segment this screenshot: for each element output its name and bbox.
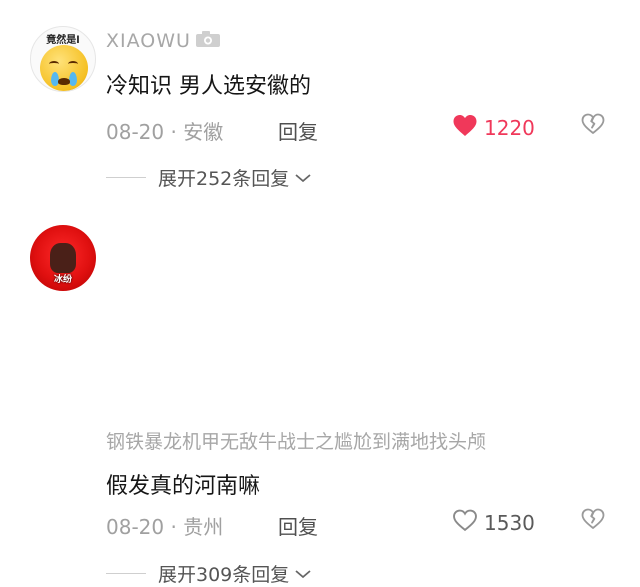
- crying-emoji-icon: [40, 45, 88, 91]
- expand-replies-button[interactable]: 展开309条回复: [106, 560, 312, 587]
- username[interactable]: XIAOWU: [106, 30, 221, 53]
- expand-replies-button[interactable]: 展开252条回复: [106, 164, 312, 191]
- heart-filled-icon: [452, 114, 478, 142]
- divider-line: [106, 177, 146, 178]
- expand-replies-label: 展开252条回复: [158, 168, 290, 190]
- heart-outline-icon: [452, 509, 478, 537]
- reply-button[interactable]: 回复: [278, 511, 318, 540]
- broken-heart-icon: [581, 113, 605, 139]
- expand-replies-label: 展开309条回复: [158, 564, 290, 586]
- comment-location: 贵州: [183, 515, 224, 539]
- reply-button[interactable]: 回复: [278, 116, 318, 145]
- avatar-caption: 竟然是l: [46, 35, 80, 46]
- like-count: 1530: [484, 511, 535, 535]
- red-hair-avatar-image: [50, 243, 76, 273]
- divider-line: [106, 573, 146, 574]
- like-count: 1220: [484, 116, 535, 140]
- avatar-caption: 冰纷: [53, 275, 72, 285]
- chevron-down-icon: [294, 563, 312, 585]
- username-text: XIAOWU: [106, 30, 191, 52]
- like-button[interactable]: 1220: [452, 114, 535, 142]
- comment-item: 竟然是l XIAOWU 冷知识 男人选安徽的 08-20 · 安徽 回复 122…: [0, 0, 640, 200]
- comment-date: 08-20: [106, 120, 165, 144]
- comment-text: 假发真的河南嘛: [106, 474, 261, 499]
- like-button[interactable]: 1530: [452, 509, 535, 537]
- camera-icon: [195, 30, 221, 53]
- comment-meta: 08-20 · 贵州: [106, 515, 224, 539]
- broken-heart-icon: [581, 508, 605, 534]
- comment-item: 冰纷 钢铁暴龙机甲无敌牛战士之尴尬到满地找头颅 假发真的河南嘛 08-20 · …: [0, 200, 640, 586]
- comment-location: 安徽: [183, 120, 224, 144]
- comment-text: 冷知识 男人选安徽的: [106, 74, 311, 99]
- chevron-down-icon: [294, 167, 312, 189]
- comment-date: 08-20: [106, 515, 165, 539]
- dislike-button[interactable]: [581, 508, 605, 534]
- dislike-button[interactable]: [581, 113, 605, 139]
- comment-meta: 08-20 · 安徽: [106, 120, 224, 144]
- avatar[interactable]: 冰纷: [30, 225, 96, 291]
- username[interactable]: 钢铁暴龙机甲无敌牛战士之尴尬到满地找头颅: [106, 427, 486, 454]
- avatar[interactable]: 竟然是l: [30, 26, 96, 92]
